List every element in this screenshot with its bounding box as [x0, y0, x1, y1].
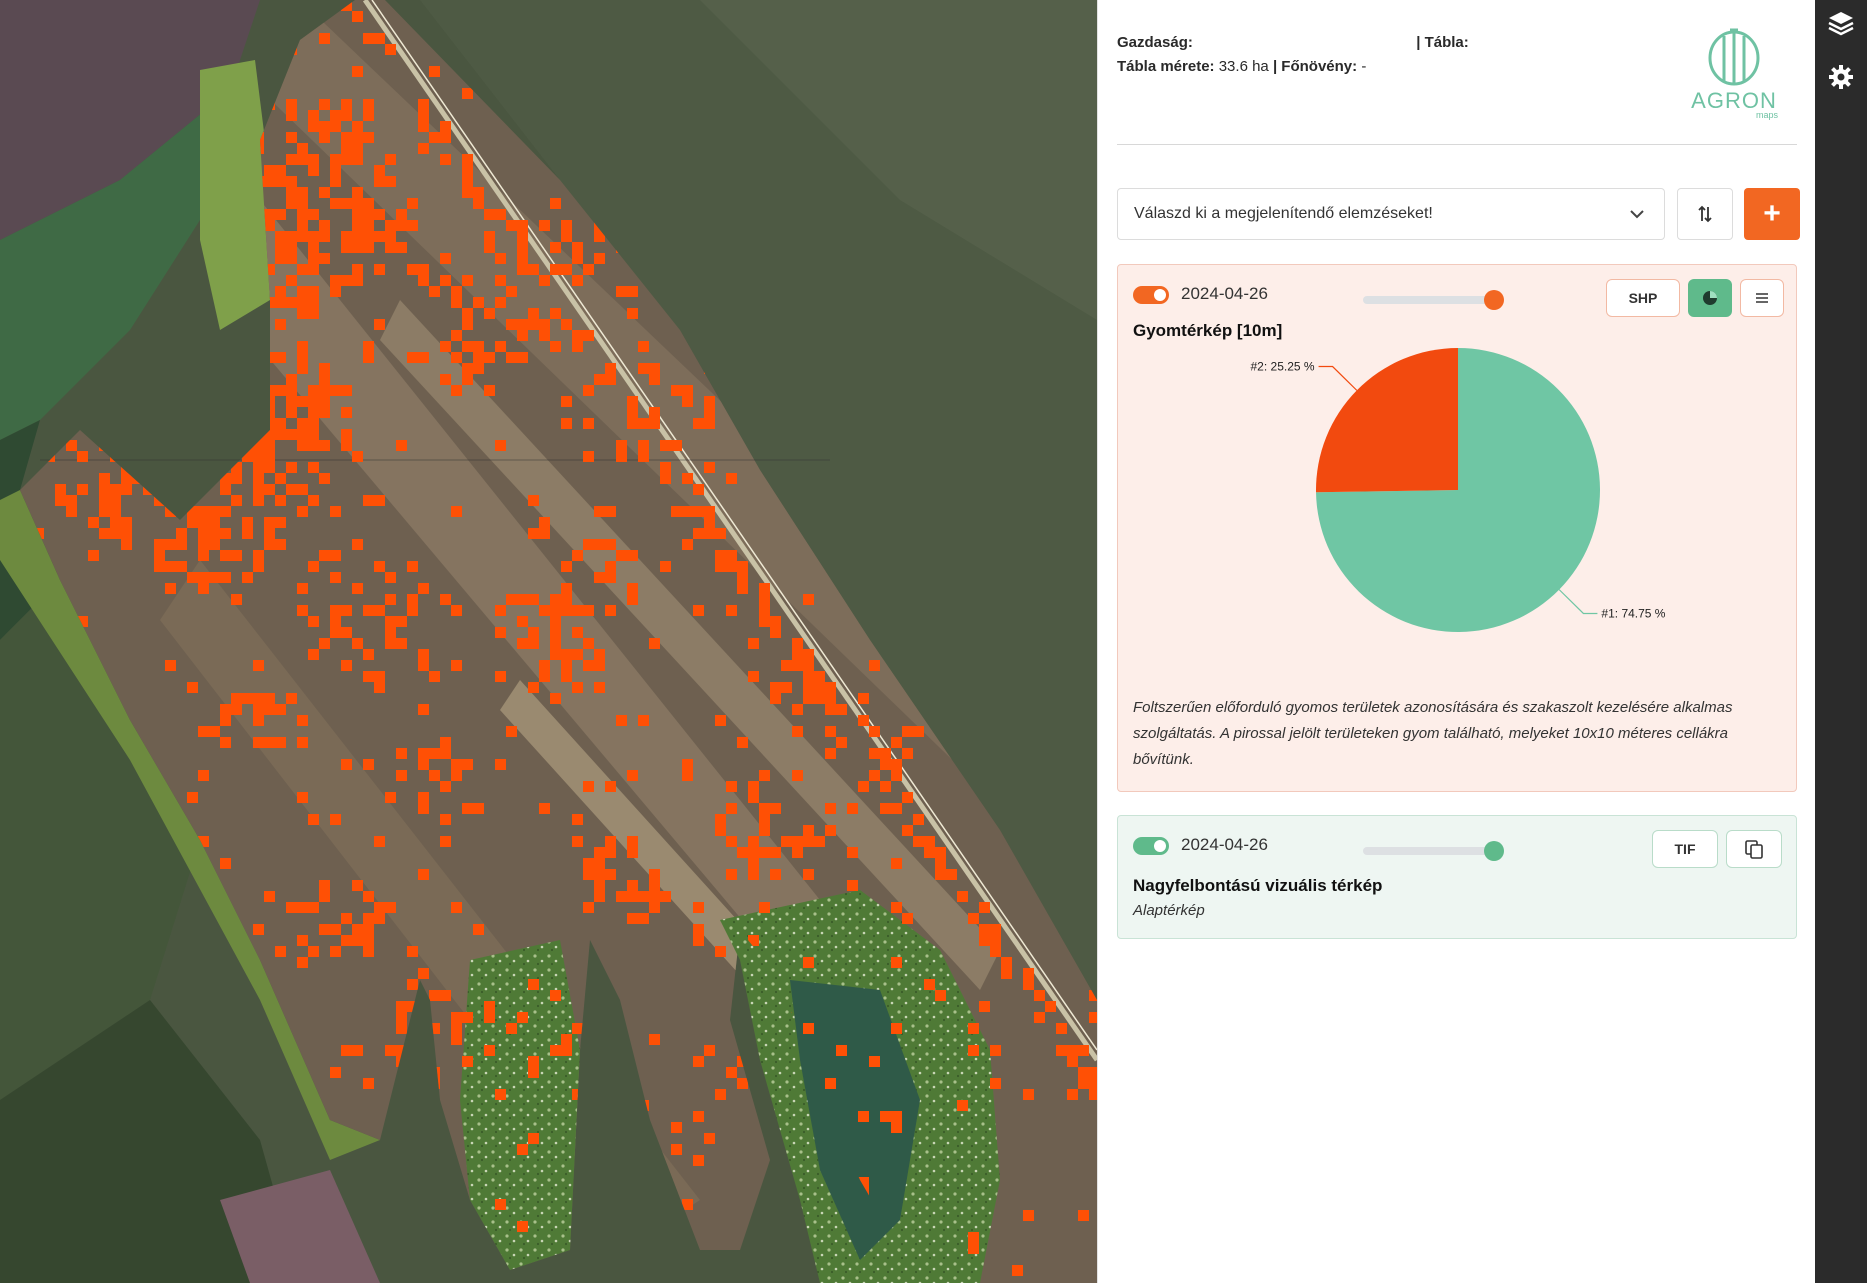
weed-opacity-thumb[interactable] — [1484, 290, 1504, 310]
weed-layer-toggle[interactable] — [1133, 286, 1169, 304]
settings-icon — [1829, 65, 1853, 89]
pie-slice-2[interactable] — [1316, 348, 1458, 493]
agron-logo: AGRON maps — [1684, 24, 1784, 124]
settings-button[interactable] — [1826, 62, 1856, 92]
shp-download-button[interactable]: SHP — [1606, 279, 1680, 317]
table-label: | Tábla: — [1416, 34, 1469, 51]
analysis-select-placeholder: Válaszd ki a megjelenítendő elemzéseket! — [1134, 205, 1433, 222]
visual-opacity-slider[interactable] — [1363, 847, 1493, 855]
toggle-knob — [1154, 840, 1166, 852]
layers-button[interactable] — [1826, 8, 1856, 38]
tif-label: TIF — [1674, 841, 1696, 857]
visual-map-card: 2024-04-26 TIF Nagyfelbontású vizuális t… — [1117, 815, 1797, 939]
crop-label: | Főnövény: — [1272, 58, 1358, 75]
tif-download-button[interactable]: TIF — [1652, 830, 1718, 868]
legend-button[interactable] — [1740, 279, 1784, 317]
logo-sub: maps — [1755, 110, 1778, 120]
pie-leader-2 — [1318, 365, 1358, 391]
weed-map-card: 2024-04-26 SHP Gyomtérkép [10m] #1: 74.7… — [1117, 264, 1797, 792]
plus-icon: + — [1763, 197, 1781, 230]
map-toolstrip — [1815, 0, 1867, 1283]
weed-card-description: Foltszerűen előforduló gyomos területek … — [1133, 699, 1733, 768]
satellite-map — [0, 0, 1097, 1283]
shp-label: SHP — [1628, 290, 1658, 306]
side-panel: Gazdaság: | Tábla: Tábla mérete: 33.6 ha… — [1097, 0, 1816, 1283]
copy-button[interactable] — [1726, 830, 1782, 868]
list-icon — [1756, 293, 1768, 303]
pie-label-1: #1: 74.75 % — [1601, 606, 1665, 620]
weed-card-date: 2024-04-26 — [1181, 284, 1268, 303]
size-label: Tábla mérete: — [1117, 58, 1215, 75]
visual-card-subtitle: Alaptérkép — [1133, 902, 1205, 919]
size-value: 33.6 ha — [1218, 58, 1269, 75]
farm-label: Gazdaság: — [1117, 34, 1193, 51]
weed-opacity-slider[interactable] — [1363, 296, 1493, 304]
header-size-line: Tábla mérete: 33.6 ha | Főnövény: - — [1117, 58, 1366, 75]
visual-card-date: 2024-04-26 — [1181, 835, 1268, 854]
visual-layer-toggle[interactable] — [1133, 837, 1169, 855]
add-analysis-button[interactable]: + — [1744, 188, 1800, 240]
chevron-down-icon — [1630, 210, 1644, 219]
visual-opacity-thumb[interactable] — [1484, 841, 1504, 861]
map-view[interactable] — [0, 0, 1097, 1283]
crop-value: - — [1361, 58, 1367, 75]
chart-view-button[interactable] — [1688, 279, 1732, 317]
sort-button[interactable] — [1677, 188, 1733, 240]
pie-leader-1 — [1558, 589, 1598, 615]
header-farm-line: Gazdaság: | Tábla: — [1117, 34, 1469, 51]
logo-mark-icon — [1708, 28, 1760, 86]
pie-chart-icon — [1703, 291, 1717, 305]
weed-pie-chart: #1: 74.75 % #2: 25.25 % — [1251, 348, 1666, 632]
layers-icon — [1828, 12, 1854, 36]
analysis-select[interactable]: Válaszd ki a megjelenítendő elemzéseket! — [1117, 188, 1665, 240]
pie-label-2: #2: 25.25 % — [1251, 360, 1315, 374]
header-divider — [1117, 144, 1797, 145]
visual-card-title: Nagyfelbontású vizuális térkép — [1133, 876, 1383, 895]
toggle-knob — [1154, 289, 1166, 301]
sort-icon — [1698, 205, 1712, 223]
copy-icon — [1745, 840, 1763, 859]
